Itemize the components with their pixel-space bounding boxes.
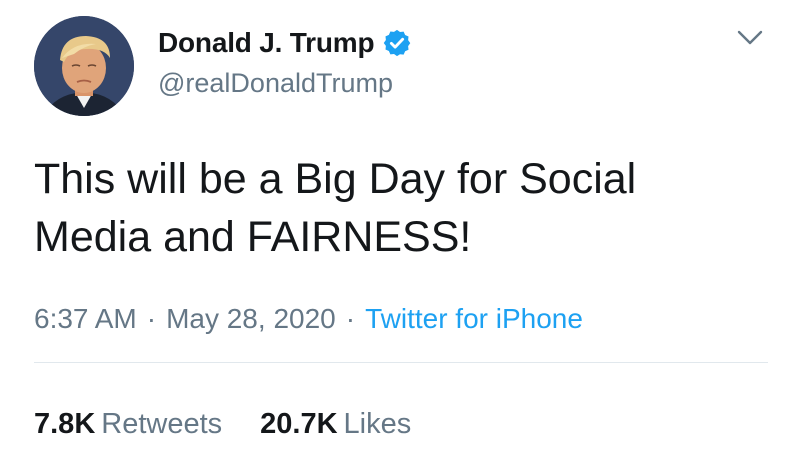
tweet-card: Donald J. Trump @realDonaldTrump This wi… (0, 0, 800, 472)
tweet-meta: 6:37 AM · May 28, 2020 · Twitter for iPhone (34, 303, 583, 335)
engagement-stats: 7.8K Retweets 20.7K Likes (34, 408, 411, 441)
tweet-date[interactable]: May 28, 2020 (166, 303, 336, 334)
avatar[interactable] (34, 16, 134, 116)
retweets-label: Retweets (101, 408, 223, 440)
likes-label: Likes (343, 408, 412, 440)
display-name[interactable]: Donald J. Trump (158, 27, 375, 59)
tweet-time[interactable]: 6:37 AM (34, 303, 137, 334)
chevron-down-icon[interactable] (736, 28, 764, 48)
user-handle[interactable]: @realDonaldTrump (158, 68, 393, 99)
retweets-stat[interactable]: 7.8K Retweets (34, 408, 222, 440)
avatar-photo (34, 16, 134, 116)
meta-separator: · (146, 303, 157, 334)
tweet-text: This will be a Big Day for Social Media … (34, 155, 637, 261)
likes-stat[interactable]: 20.7K Likes (260, 408, 411, 440)
likes-count: 20.7K (260, 408, 338, 440)
tweet-source-link[interactable]: Twitter for iPhone (365, 303, 583, 334)
meta-separator: · (345, 303, 356, 334)
verified-badge-icon (384, 29, 411, 57)
retweets-count: 7.8K (34, 408, 96, 440)
divider (34, 362, 768, 363)
name-row: Donald J. Trump (158, 26, 412, 60)
